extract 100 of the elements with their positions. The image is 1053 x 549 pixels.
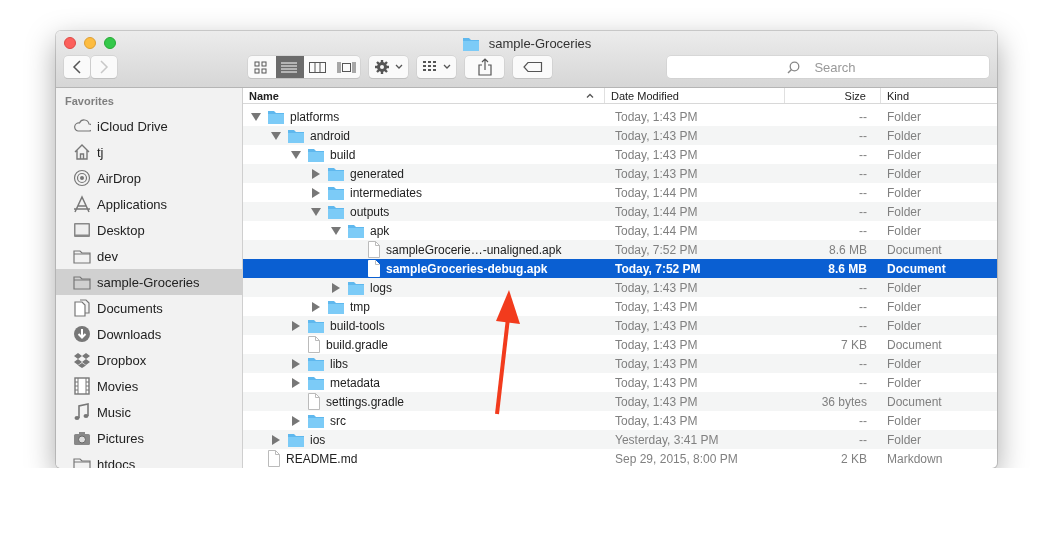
sidebar-item[interactable]: Desktop xyxy=(56,217,242,243)
column-header[interactable]: Date Modified xyxy=(605,88,785,103)
file-row[interactable]: metadata Today, 1:43 PM -- Folder xyxy=(243,373,997,392)
folder-icon xyxy=(267,108,285,125)
close-button[interactable] xyxy=(64,37,76,49)
kind-cell-text: Folder xyxy=(886,184,922,202)
sidebar-item[interactable]: Downloads xyxy=(56,321,242,347)
disclosure-right-icon[interactable] xyxy=(291,377,301,388)
sidebar-item[interactable]: htdocs xyxy=(56,451,242,468)
size-cell-text: -- xyxy=(858,146,868,164)
sidebar-item[interactable]: sample-Groceries xyxy=(56,269,242,295)
sidebar-item[interactable]: dev xyxy=(56,243,242,269)
file-row[interactable]: tmp Today, 1:43 PM -- Folder xyxy=(243,297,997,316)
search-icon xyxy=(787,61,800,74)
folder-icon xyxy=(461,35,480,52)
size-cell-text: 7 KB xyxy=(840,336,868,354)
file-row[interactable]: apk Today, 1:44 PM -- Folder xyxy=(243,221,997,240)
arrange-menu-button[interactable] xyxy=(417,56,456,78)
size-cell-text: 8.6 MB xyxy=(828,241,868,259)
column-header[interactable]: Kind xyxy=(881,88,997,103)
disclosure-down-icon[interactable] xyxy=(311,206,321,217)
file-row[interactable]: android Today, 1:43 PM -- Folder xyxy=(243,126,997,145)
disclosure-down-icon[interactable] xyxy=(271,130,281,141)
date-cell-text: Today, 1:44 PM xyxy=(614,222,699,240)
file-row[interactable]: sampleGroceries-debug.apk Today, 7:52 PM 8.6 MB Document xyxy=(243,259,997,278)
date-cell-text: Today, 1:43 PM xyxy=(614,108,699,126)
file-row[interactable]: README.md Sep 29, 2015, 8:00 PM 2 KB Markdown xyxy=(243,449,997,468)
size-cell-text: -- xyxy=(858,431,868,449)
disclosure-down-icon[interactable] xyxy=(331,225,341,236)
sidebar-item[interactable]: tj xyxy=(56,139,242,165)
folder-icon xyxy=(307,317,325,334)
disclosure-right-icon[interactable] xyxy=(271,434,281,445)
size-cell-text: -- xyxy=(858,355,868,373)
disclosure-right-icon[interactable] xyxy=(311,168,321,179)
file-row[interactable]: build Today, 1:43 PM -- Folder xyxy=(243,145,997,164)
file-name: generated xyxy=(350,166,405,181)
kind-cell-text: Folder xyxy=(886,298,922,316)
file-name: intermediates xyxy=(350,185,423,200)
disclosure-right-icon[interactable] xyxy=(291,415,301,426)
disclosure-right-icon[interactable] xyxy=(311,301,321,312)
size-cell-text: -- xyxy=(858,279,868,297)
folder-icon xyxy=(327,165,345,182)
file-row[interactable]: settings.gradle Today, 1:43 PM 36 bytes Document xyxy=(243,392,997,411)
file-row[interactable]: ios Yesterday, 3:41 PM -- Folder xyxy=(243,430,997,449)
folder-icon xyxy=(73,247,91,265)
sidebar-item[interactable]: AirDrop xyxy=(56,165,242,191)
kind-cell-text: Markdown xyxy=(886,450,944,468)
sidebar-item[interactable]: Dropbox xyxy=(56,347,242,373)
disclosure-right-icon[interactable] xyxy=(311,187,321,198)
file-row[interactable]: sampleGrocerie…-unaligned.apk Today, 7:52 PM 8.6 MB Document xyxy=(243,240,997,259)
date-cell-text: Today, 1:43 PM xyxy=(614,298,699,316)
file-row[interactable]: build-tools Today, 1:43 PM -- Folder xyxy=(243,316,997,335)
disclosure-right-icon[interactable] xyxy=(291,358,301,369)
file-row[interactable]: libs Today, 1:43 PM -- Folder xyxy=(243,354,997,373)
date-cell-text: Yesterday, 3:41 PM xyxy=(614,431,720,449)
column-header[interactable]: Size xyxy=(785,88,881,103)
cover-flow-icon xyxy=(336,59,356,75)
disclosure-down-icon[interactable] xyxy=(251,111,261,122)
column-header[interactable]: Name xyxy=(243,88,605,103)
house-icon xyxy=(73,143,91,161)
file-row[interactable]: generated Today, 1:43 PM -- Folder xyxy=(243,164,997,183)
share-button[interactable] xyxy=(465,56,504,78)
back-button[interactable] xyxy=(64,56,90,78)
size-cell-text: -- xyxy=(858,165,868,183)
file-row[interactable]: outputs Today, 1:44 PM -- Folder xyxy=(243,202,997,221)
file-name: outputs xyxy=(350,204,390,219)
folder-icon xyxy=(347,279,365,296)
disclosure-down-icon[interactable] xyxy=(291,149,301,160)
file-row[interactable]: platforms Today, 1:43 PM -- Folder xyxy=(243,107,997,126)
kind-cell-text: Folder xyxy=(886,222,922,240)
kind-cell-text: Document xyxy=(886,241,943,259)
sidebar-item[interactable]: Movies xyxy=(56,373,242,399)
tag-button[interactable] xyxy=(513,56,552,78)
sidebar-item[interactable]: Documents xyxy=(56,295,242,321)
file-name: apk xyxy=(370,223,390,238)
file-name: sampleGroceries-debug.apk xyxy=(386,261,548,276)
zoom-button[interactable] xyxy=(104,37,116,49)
kind-cell-text: Folder xyxy=(886,431,922,449)
sidebar-item[interactable]: Pictures xyxy=(56,425,242,451)
date-cell-text: Today, 1:43 PM xyxy=(614,374,699,392)
file-row[interactable]: src Today, 1:43 PM -- Folder xyxy=(243,411,997,430)
caret-icon xyxy=(443,64,451,70)
disclosure-right-icon[interactable] xyxy=(331,282,341,293)
file-row[interactable]: logs Today, 1:43 PM -- Folder xyxy=(243,278,997,297)
sidebar-item[interactable]: Applications xyxy=(56,191,242,217)
action-menu-button[interactable] xyxy=(369,56,408,78)
file-name: metadata xyxy=(330,375,381,390)
folder-icon xyxy=(73,455,91,468)
tag-icon xyxy=(522,61,543,73)
size-cell-text: 8.6 MB xyxy=(827,260,868,278)
file-row[interactable]: intermediates Today, 1:44 PM -- Folder xyxy=(243,183,997,202)
file-row[interactable]: build.gradle Today, 1:43 PM 7 KB Document xyxy=(243,335,997,354)
search-field[interactable]: Search xyxy=(667,56,989,78)
sidebar-item[interactable]: Music xyxy=(56,399,242,425)
sidebar-item[interactable]: iCloud Drive xyxy=(56,113,242,139)
disclosure-right-icon[interactable] xyxy=(291,320,301,331)
file-name: logs xyxy=(370,280,392,295)
open-box-icon xyxy=(73,351,91,369)
file-name: tmp xyxy=(350,299,370,314)
section-heading: Favorites xyxy=(64,95,115,109)
